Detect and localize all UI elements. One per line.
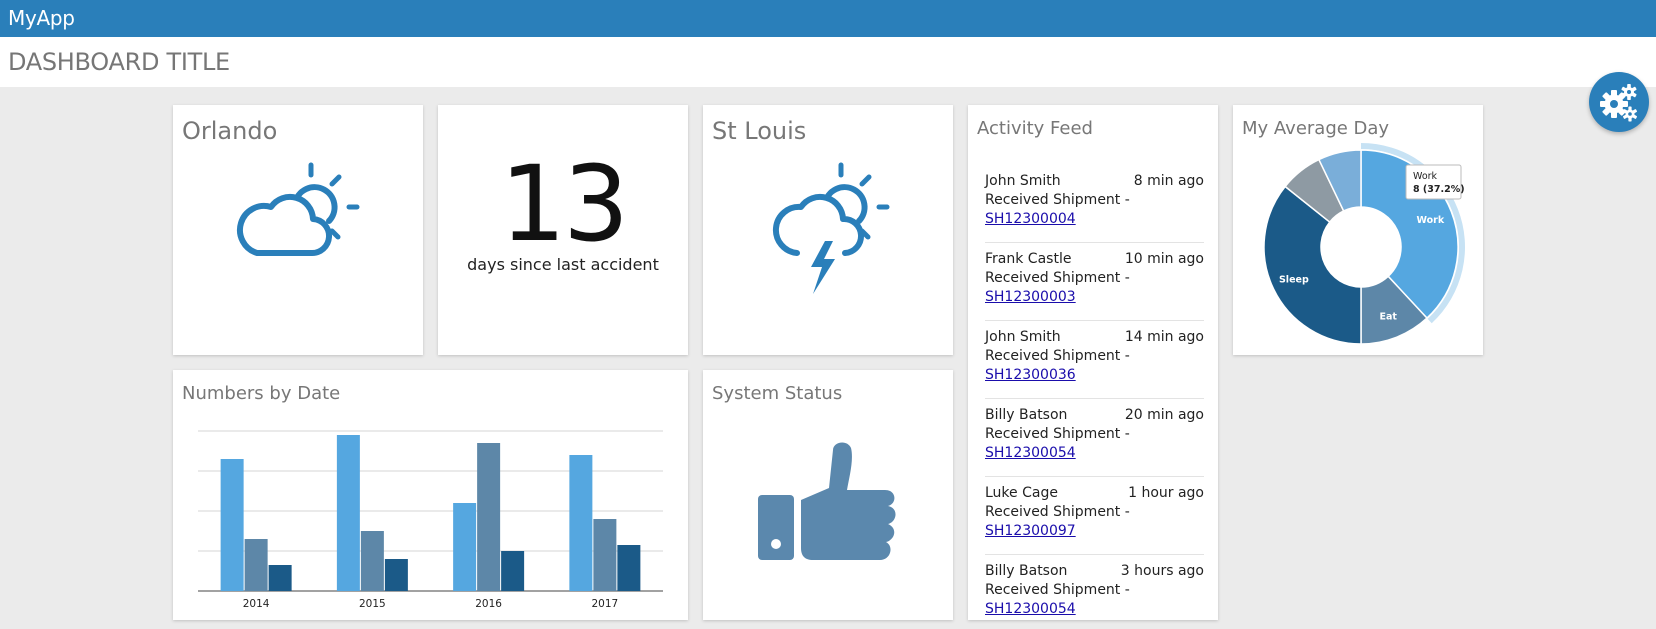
title-bar: DASHBOARD TITLE — [0, 37, 1656, 87]
list-item: John Smith 8 min ago Received Shipment -… — [985, 165, 1204, 243]
bar-2017-series-2[interactable] — [593, 519, 617, 591]
tooltip-label: Work — [1413, 171, 1438, 182]
feed-time: 10 min ago — [1124, 251, 1204, 267]
feed-time: 8 min ago — [1133, 173, 1204, 189]
card-title: St Louis — [712, 117, 807, 145]
gears-icon — [1600, 84, 1638, 122]
x-tick-label: 2017 — [592, 598, 619, 610]
numbers-by-date-bar-chart[interactable]: 2014 2015 2016 2017 — [173, 370, 688, 620]
thumbs-up-icon — [758, 442, 896, 560]
average-day-donut-chart[interactable]: Work Eat Sleep Work 8 (37.2%) — [1233, 105, 1483, 355]
bar-2015-series-2[interactable] — [360, 531, 384, 591]
shipment-link[interactable]: SH12300036 — [985, 366, 1076, 385]
partly-cloudy-icon — [236, 162, 360, 257]
pie-label-work: Work — [1417, 215, 1445, 226]
feed-time: 1 hour ago — [1128, 485, 1204, 501]
weather-card-orlando: Orlando — [173, 105, 423, 355]
shipment-link[interactable]: SH12300003 — [985, 288, 1076, 307]
page-title: DASHBOARD TITLE — [8, 48, 230, 76]
weather-card-stlouis: St Louis — [703, 105, 953, 355]
bar-2014-series-2[interactable] — [244, 539, 268, 591]
tooltip-value: 8 (37.2%) — [1413, 184, 1465, 195]
days-caption: days since last accident — [467, 255, 659, 274]
list-item: John Smith 14 min ago Received Shipment … — [985, 321, 1204, 399]
bar-2015-series-1[interactable] — [336, 435, 360, 591]
feed-action: Received Shipment - — [985, 192, 1130, 208]
x-tick-label: 2015 — [359, 598, 386, 610]
bar-2016-series-3[interactable] — [501, 551, 525, 591]
feed-action: Received Shipment - — [985, 270, 1130, 286]
list-item: Luke Cage 1 hour ago Received Shipment -… — [985, 477, 1204, 555]
list-item: Billy Batson 3 hours ago Received Shipme… — [985, 555, 1204, 620]
bar-2017-series-1[interactable] — [569, 455, 593, 591]
feed-action: Received Shipment - — [985, 504, 1130, 520]
pie-label-sleep: Sleep — [1279, 274, 1309, 285]
bar-2016-series-1[interactable] — [453, 503, 477, 591]
bar-2014-series-1[interactable] — [220, 459, 244, 591]
bar-2014-series-3[interactable] — [268, 565, 292, 591]
feed-time: 14 min ago — [1124, 329, 1204, 345]
app-header: MyApp — [0, 0, 1656, 37]
days-count: 13 — [499, 143, 629, 265]
shipment-link[interactable]: SH12300097 — [985, 522, 1076, 541]
feed-time: 3 hours ago — [1120, 563, 1204, 579]
app-name[interactable]: MyApp — [8, 6, 75, 30]
feed-action: Received Shipment - — [985, 582, 1130, 598]
activity-feed-list: John Smith 8 min ago Received Shipment -… — [985, 165, 1204, 620]
thunderstorm-icon — [772, 162, 890, 294]
system-status-card: System Status — [703, 370, 953, 620]
bar-2016-series-2[interactable] — [477, 443, 501, 591]
activity-feed-card: Activity Feed John Smith 8 min ago Recei… — [968, 105, 1218, 620]
card-title: Orlando — [182, 117, 278, 145]
chart-tooltip: Work 8 (37.2%) — [1405, 164, 1465, 200]
feed-time: 20 min ago — [1124, 407, 1204, 423]
average-day-card: My Average Day Work Eat Sleep Work 8 (37.2… — [1233, 105, 1483, 355]
card-title: Activity Feed — [977, 118, 1093, 139]
x-tick-label: 2014 — [243, 598, 270, 610]
accident-counter-card: 13 days since last accident — [438, 105, 688, 355]
numbers-by-date-card: Numbers by Date 2014 2015 2016 2017 — [173, 370, 688, 620]
shipment-link[interactable]: SH12300054 — [985, 600, 1076, 619]
bar-2017-series-3[interactable] — [617, 545, 641, 591]
list-item: Frank Castle 10 min ago Received Shipmen… — [985, 243, 1204, 321]
card-title: System Status — [712, 383, 843, 404]
feed-action: Received Shipment - — [985, 348, 1130, 364]
settings-button[interactable] — [1589, 72, 1649, 132]
shipment-link[interactable]: SH12300054 — [985, 444, 1076, 463]
x-tick-label: 2016 — [475, 598, 502, 610]
pie-label-eat: Eat — [1379, 311, 1397, 322]
list-item: Billy Batson 20 min ago Received Shipmen… — [985, 399, 1204, 477]
feed-action: Received Shipment - — [985, 426, 1130, 442]
shipment-link[interactable]: SH12300004 — [985, 210, 1076, 229]
bar-2015-series-3[interactable] — [384, 559, 408, 591]
